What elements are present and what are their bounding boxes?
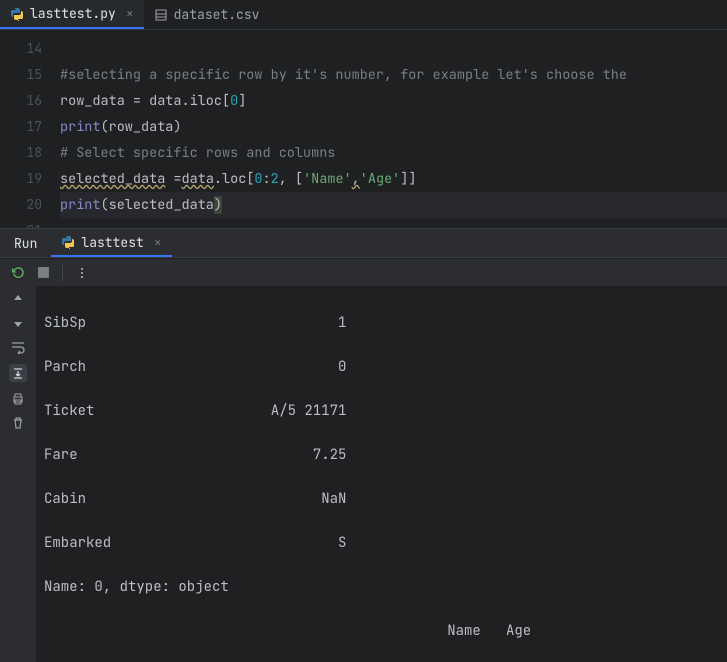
console-line: Name Age <box>44 618 719 644</box>
console-line: Fare 7.25 <box>44 442 719 468</box>
console-output[interactable]: SibSp 1 Parch 0 Ticket A/5 21171 Fare 7.… <box>36 286 727 662</box>
tab-dataset-csv[interactable]: dataset.csv <box>144 0 270 29</box>
run-toolbar <box>0 258 727 286</box>
console-line: Cabin NaN <box>44 486 719 512</box>
soft-wrap-icon[interactable] <box>10 340 26 354</box>
down-arrow-icon[interactable] <box>11 316 25 330</box>
more-icon[interactable] <box>75 266 89 280</box>
stop-icon[interactable] <box>37 266 50 279</box>
close-icon[interactable]: × <box>126 5 134 22</box>
tab-label: dataset.csv <box>174 6 260 23</box>
line-number: 18 <box>0 140 60 166</box>
print-icon[interactable] <box>11 392 25 406</box>
console-line: Parch 0 <box>44 354 719 380</box>
code-line: row_data = data.iloc[0] <box>60 88 727 114</box>
tab-label: lasttest.py <box>30 5 116 22</box>
separator <box>62 265 63 281</box>
line-number: 19 <box>0 166 60 192</box>
run-panel-label[interactable]: Run <box>0 235 51 252</box>
line-number-gutter: 14 15 16 17 18 19 20 21 <box>0 30 60 228</box>
trash-icon[interactable] <box>11 416 25 430</box>
code-line: # Select specific rows and columns <box>60 140 727 166</box>
line-number: 21 <box>0 218 60 228</box>
csv-file-icon <box>154 8 168 22</box>
run-configuration-tab[interactable]: lasttest × <box>51 229 171 257</box>
python-file-icon <box>10 7 24 21</box>
scroll-to-end-icon[interactable] <box>9 364 27 382</box>
python-file-icon <box>61 235 75 249</box>
console-line: Ticket A/5 21171 <box>44 398 719 424</box>
console-line: Name: 0, dtype: object <box>44 574 719 600</box>
close-icon[interactable]: × <box>154 234 162 251</box>
line-number: 14 <box>0 36 60 62</box>
console-side-toolbar <box>0 286 36 662</box>
line-number: 15 <box>0 62 60 88</box>
tab-lasttest-py[interactable]: lasttest.py × <box>0 0 144 29</box>
line-number: 17 <box>0 114 60 140</box>
run-tool-window-header: Run lasttest × <box>0 228 727 258</box>
up-arrow-icon[interactable] <box>11 292 25 306</box>
console-line: SibSp 1 <box>44 310 719 336</box>
line-number: 16 <box>0 88 60 114</box>
code-line: selected_data =data.loc[0:2, ['Name','Ag… <box>60 166 727 192</box>
console-line: Embarked S <box>44 530 719 556</box>
editor-tab-bar: lasttest.py × dataset.csv <box>0 0 727 30</box>
code-line: print(selected_data) <box>60 192 727 218</box>
code-editor[interactable]: 14 15 16 17 18 19 20 21 #selecting a spe… <box>0 30 727 228</box>
code-line: #selecting a specific row by it's number… <box>60 62 727 88</box>
code-line <box>60 36 727 62</box>
run-tab-label: lasttest <box>81 234 143 251</box>
code-content[interactable]: #selecting a specific row by it's number… <box>60 30 727 228</box>
line-number: 20 <box>0 192 60 218</box>
code-line: print(row_data) <box>60 114 727 140</box>
code-line <box>60 218 727 228</box>
rerun-icon[interactable] <box>10 265 25 280</box>
